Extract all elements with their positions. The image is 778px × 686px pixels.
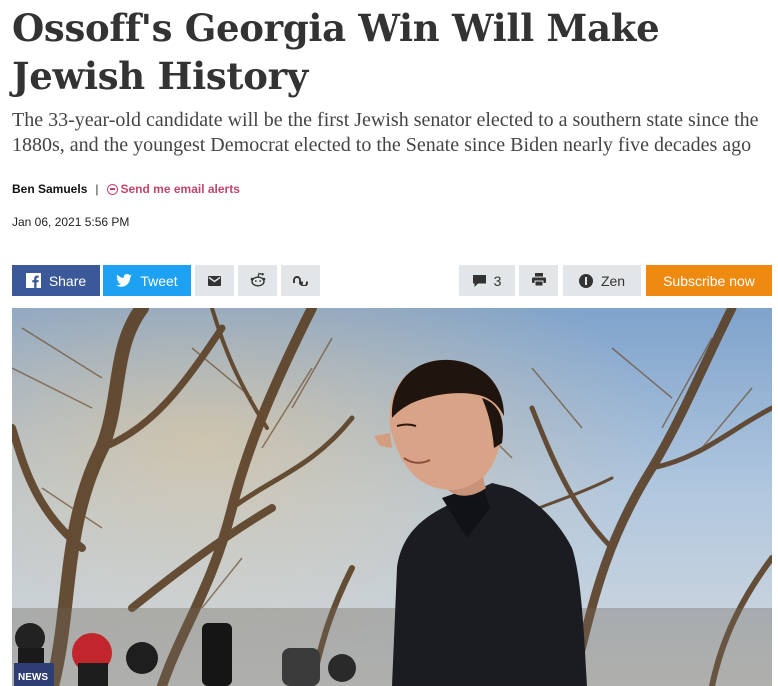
- reddit-share-button[interactable]: [238, 265, 277, 296]
- byline-separator: |: [95, 182, 99, 196]
- author-link[interactable]: Ben Samuels: [12, 182, 87, 196]
- comments-button[interactable]: 3: [459, 265, 515, 296]
- print-button[interactable]: [519, 265, 558, 296]
- zen-mode-button[interactable]: Zen: [563, 265, 641, 296]
- reddit-icon: [250, 272, 266, 290]
- article-header: Ossoff's Georgia Win Will Make Jewish Hi…: [0, 0, 778, 229]
- email-icon: [208, 273, 221, 289]
- tweet-label: Tweet: [140, 272, 178, 289]
- stumbleupon-icon: [293, 273, 308, 289]
- comment-icon: [472, 274, 486, 287]
- article-headline: Ossoff's Georgia Win Will Make Jewish Hi…: [12, 6, 660, 98]
- facebook-share-button[interactable]: Share: [12, 265, 100, 296]
- subscribe-label: Subscribe now: [663, 272, 755, 289]
- comments-count: 3: [493, 272, 502, 289]
- twitter-tweet-button[interactable]: Tweet: [103, 265, 191, 296]
- email-alerts-label: Send me email alerts: [120, 182, 240, 196]
- microphone-logo-text: NEWS: [18, 672, 48, 683]
- byline: Ben Samuels | Send me email alerts: [12, 182, 766, 196]
- article-hero-photo: NEWS: [12, 308, 772, 686]
- info-icon: [578, 273, 593, 288]
- stumbleupon-share-button[interactable]: [281, 265, 320, 296]
- facebook-icon: [25, 273, 41, 288]
- article-subheadline: The 33-year-old candidate will be the fi…: [12, 109, 759, 156]
- share-toolbar: Share Tweet 3 Zen Subscribe now: [12, 265, 772, 296]
- email-alerts-link[interactable]: Send me email alerts: [106, 182, 240, 196]
- twitter-icon: [116, 274, 133, 287]
- zen-label: Zen: [600, 272, 626, 289]
- email-share-button[interactable]: [195, 265, 234, 296]
- print-icon: [531, 272, 546, 289]
- share-label: Share: [48, 272, 87, 289]
- minus-circle-icon: [106, 183, 118, 195]
- subscribe-button[interactable]: Subscribe now: [646, 265, 772, 296]
- publish-date: Jan 06, 2021 5:56 PM: [12, 215, 130, 229]
